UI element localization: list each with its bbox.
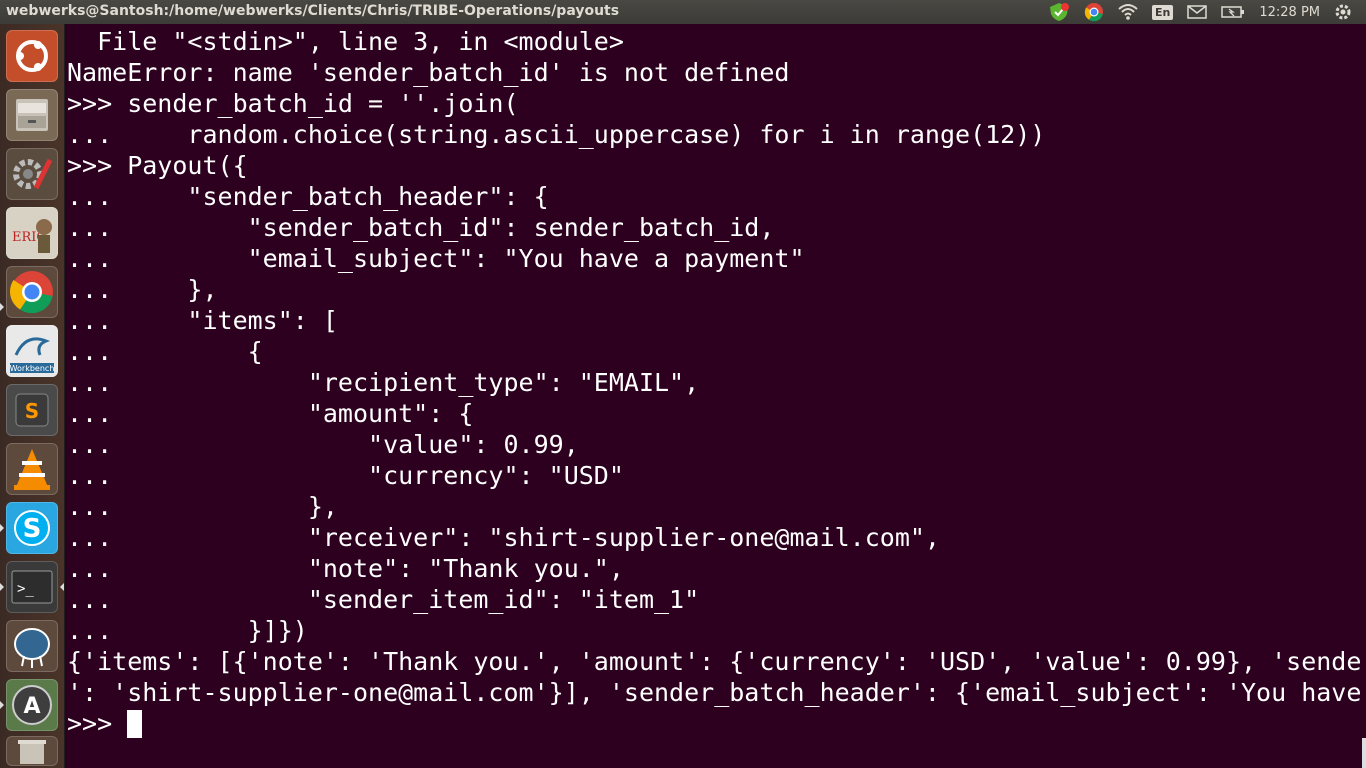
running-indicator	[0, 701, 4, 709]
files-icon[interactable]	[6, 89, 58, 141]
terminal-line: ... }]})	[67, 616, 308, 645]
launcher: ERIC Workbench S S >_ A	[0, 24, 65, 768]
window-title: webwerks@Santosh:/home/webwerks/Clients/…	[6, 3, 620, 19]
terminal-line: ': 'shirt-supplier-one@mail.com'}], 'sen…	[67, 678, 1362, 707]
cursor	[127, 710, 143, 738]
running-indicator	[0, 303, 4, 311]
terminal-line: ... "note": "Thank you.",	[67, 554, 624, 583]
chrome-icon[interactable]	[6, 266, 58, 318]
terminal-window[interactable]: File "<stdin>", line 3, in <module> NameE…	[65, 24, 1366, 768]
terminal-line: ... "sender_batch_header": {	[67, 182, 549, 211]
terminal-line: ... "sender_item_id": "item_1"	[67, 585, 700, 614]
terminal-line: ... random.choice(string.ascii_uppercase…	[67, 120, 1046, 149]
terminal-line: ... "receiver": "shirt-supplier-one@mail…	[67, 523, 940, 552]
terminal-line: >>> Payout({	[67, 151, 248, 180]
terminal-output: File "<stdin>", line 3, in <module> NameE…	[67, 26, 1361, 708]
terminal-label: >_	[17, 581, 34, 597]
keyboard-icon[interactable]: En	[1151, 4, 1174, 20]
terminal-icon[interactable]: >_	[6, 561, 58, 613]
terminal-line: ... {	[67, 337, 263, 366]
terminal-line: >>> sender_batch_id = ''.join(	[67, 89, 519, 118]
prompt: >>>	[67, 709, 128, 738]
terminal-line: ... "sender_batch_id": sender_batch_id,	[67, 213, 775, 242]
running-indicator	[0, 524, 4, 532]
skype-icon[interactable]: S	[6, 502, 58, 554]
active-indicator	[60, 583, 64, 591]
clock[interactable]: 12:28 PM	[1259, 5, 1320, 20]
terminal-line: ... },	[67, 275, 218, 304]
software-updater-icon[interactable]: A	[6, 679, 58, 731]
terminal-line: NameError: name 'sender_batch_id' is not…	[67, 58, 790, 87]
prompt-line[interactable]: >>>	[67, 708, 143, 739]
mysql-workbench-icon[interactable]: Workbench	[6, 325, 58, 377]
wifi-icon[interactable]	[1118, 3, 1138, 21]
terminal-line: ... },	[67, 492, 338, 521]
chrome-tray-icon[interactable]	[1084, 2, 1104, 22]
scrollbar[interactable]	[1362, 738, 1366, 768]
system-settings-icon[interactable]	[6, 148, 58, 200]
trash-icon[interactable]	[6, 736, 58, 766]
running-indicator	[0, 583, 4, 591]
keyboard-layout-label: En	[1151, 4, 1174, 20]
update-shield-icon[interactable]	[1048, 2, 1070, 22]
terminal-line: ... "value": 0.99,	[67, 430, 579, 459]
top-panel: webwerks@Santosh:/home/webwerks/Clients/…	[0, 0, 1366, 24]
workbench-label: Workbench	[10, 364, 55, 373]
pgadmin-icon[interactable]	[6, 620, 58, 672]
terminal-line: ... "amount": {	[67, 399, 474, 428]
indicator-area: En 12:28 PM	[1048, 0, 1366, 24]
terminal-line: ... "currency": "USD"	[67, 461, 624, 490]
ubuntu-dash-icon[interactable]	[6, 30, 58, 82]
terminal-line: ... "email_subject": "You have a payment…	[67, 244, 805, 273]
sublime-label: S	[25, 399, 39, 423]
terminal-line: ... "recipient_type": "EMAIL",	[67, 368, 700, 397]
vlc-icon[interactable]	[6, 443, 58, 495]
sublime-text-icon[interactable]: S	[6, 384, 58, 436]
mail-icon[interactable]	[1187, 5, 1208, 19]
skype-label: S	[23, 514, 42, 544]
eric-ide-icon[interactable]: ERIC	[6, 207, 58, 259]
battery-icon[interactable]	[1221, 5, 1245, 19]
terminal-line: {'items': [{'note': 'Thank you.', 'amoun…	[67, 647, 1362, 676]
terminal-line: ... "items": [	[67, 306, 338, 335]
updater-label: A	[23, 694, 40, 719]
terminal-line: File "<stdin>", line 3, in <module>	[67, 27, 624, 56]
gear-icon[interactable]	[1334, 3, 1352, 21]
